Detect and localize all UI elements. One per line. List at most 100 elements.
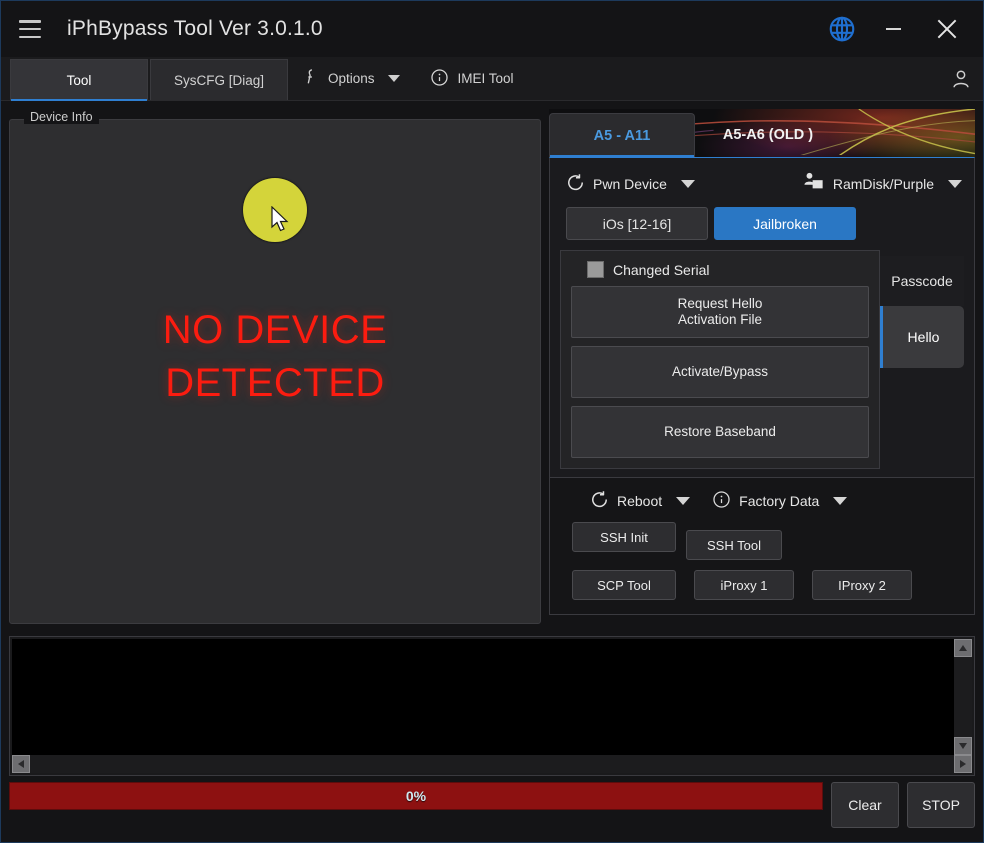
info-circle-icon: [712, 490, 731, 512]
app-window: iPhBypass Tool Ver 3.0.1.0 Tool SysCFG […: [0, 0, 984, 843]
ios-version-button[interactable]: iOs [12-16]: [566, 207, 708, 240]
request-hello-activation-file-button[interactable]: Request Hello Activation File: [571, 286, 869, 338]
tab-tool-label: Tool: [66, 72, 92, 88]
factory-data-label: Factory Data: [739, 493, 820, 509]
activate-bypass-label: Activate/Bypass: [671, 363, 769, 379]
tab-tool[interactable]: Tool: [10, 59, 148, 101]
status-circle-icon[interactable]: [243, 178, 307, 242]
console-horizontal-scrollbar[interactable]: [12, 755, 972, 773]
action-box: Changed Serial Request Hello Activation …: [560, 250, 880, 469]
ramdisk-icon: [803, 172, 825, 195]
tools-dropdown-row: Reboot Factory Data: [562, 490, 962, 512]
scp-tool-label: SCP Tool: [597, 577, 651, 593]
console-output[interactable]: [12, 639, 954, 755]
ssh-tool-label: SSH Tool: [707, 537, 761, 553]
menu-item-options-label: Options: [328, 71, 375, 86]
factory-data-dropdown[interactable]: Factory Data: [712, 490, 848, 512]
pwn-device-dropdown[interactable]: Pwn Device: [566, 173, 695, 195]
device-info-pane: NO DEVICE DETECTED: [10, 120, 540, 623]
wrench-icon: [303, 68, 319, 89]
progress-label: 0%: [405, 788, 427, 804]
request-hello-activation-file-label: Request Hello Activation File: [677, 295, 763, 327]
iproxy-2-button[interactable]: IProxy 2: [812, 570, 912, 600]
no-device-line1: NO DEVICE: [162, 308, 388, 352]
scp-tool-button[interactable]: SCP Tool: [572, 570, 676, 600]
chip-tab-strip: A5 - A11 A5-A6 (OLD ): [549, 109, 975, 157]
reboot-label: Reboot: [617, 493, 663, 509]
user-icon[interactable]: [939, 57, 983, 100]
tab-syscfg-diag[interactable]: SysCFG [Diag]: [150, 59, 288, 100]
menubar-spacer: [530, 57, 939, 100]
ios-version-label: iOs [12-16]: [602, 215, 672, 232]
ssh-tool-button[interactable]: SSH Tool: [686, 530, 782, 560]
stop-button[interactable]: STOP: [907, 782, 975, 828]
refresh-icon: [566, 173, 585, 195]
menu-bar: Tool SysCFG [Diag] Options IMEI Tool: [1, 57, 983, 101]
chip-tab-a5-a11-label: A5 - A11: [593, 127, 651, 144]
vtab-passcode[interactable]: Passcode: [880, 256, 964, 306]
changed-serial-checkbox[interactable]: Changed Serial: [571, 259, 869, 286]
right-column: A5 - A11 A5-A6 (OLD ) Pwn Device RamDisk…: [549, 109, 975, 628]
vtab-hello-label: Hello: [907, 329, 940, 345]
main-body: Device Info NO DEVICE DETECTED A5 - A11 …: [1, 101, 983, 628]
restore-baseband-button[interactable]: Restore Baseband: [571, 406, 869, 458]
mode-vertical-tabs: Passcode Hello: [880, 250, 964, 469]
stop-label: STOP: [922, 797, 960, 813]
scroll-left-icon[interactable]: [12, 755, 30, 773]
info-circle-icon: [430, 68, 449, 90]
minimize-button[interactable]: [873, 9, 913, 49]
globe-icon[interactable]: [827, 14, 857, 44]
restore-baseband-label: Restore Baseband: [664, 423, 776, 439]
menu-item-options[interactable]: Options: [289, 57, 416, 100]
ramdisk-dropdown[interactable]: RamDisk/Purple: [803, 172, 962, 195]
iproxy-1-button[interactable]: iProxy 1: [694, 570, 794, 600]
log-console: [9, 636, 975, 776]
clear-button[interactable]: Clear: [831, 782, 899, 828]
footer-bar: 0% Clear STOP: [1, 776, 983, 842]
jailbroken-button[interactable]: Jailbroken: [714, 207, 856, 240]
device-info-title: Device Info: [24, 110, 99, 124]
checkbox-box-icon: [587, 261, 604, 278]
device-info-groupbox: Device Info NO DEVICE DETECTED: [9, 110, 541, 624]
pwn-device-label: Pwn Device: [593, 175, 667, 192]
changed-serial-label: Changed Serial: [613, 261, 710, 278]
ssh-init-button[interactable]: SSH Init: [572, 522, 676, 552]
mouse-cursor-icon: [271, 205, 291, 239]
chip-tab-a5-a11[interactable]: A5 - A11: [549, 113, 695, 157]
tools-panel: Reboot Factory Data SSH Init SSH Tool SC…: [549, 478, 975, 615]
chevron-down-icon: [387, 75, 400, 82]
scroll-right-icon[interactable]: [954, 755, 972, 773]
chip-tab-a5-a6-old-label: A5-A6 (OLD ): [722, 127, 814, 143]
console-row: [12, 639, 972, 755]
no-device-message: NO DEVICE DETECTED: [163, 304, 388, 410]
progress-bar: 0%: [9, 782, 823, 810]
app-title: iPhBypass Tool Ver 3.0.1.0: [67, 17, 323, 40]
console-vertical-scrollbar[interactable]: [954, 639, 972, 755]
menu-item-imei-tool[interactable]: IMEI Tool: [416, 57, 530, 100]
chevron-down-icon: [948, 179, 962, 188]
left-column: Device Info NO DEVICE DETECTED: [9, 109, 541, 628]
chevron-down-icon: [680, 179, 695, 188]
iproxy-1-label: iProxy 1: [720, 577, 768, 593]
vtab-hello[interactable]: Hello: [880, 306, 964, 368]
scroll-up-icon[interactable]: [954, 639, 972, 657]
close-button[interactable]: [925, 9, 969, 49]
no-device-line2: DETECTED: [165, 360, 385, 405]
chip-tab-a5-a6-old[interactable]: A5-A6 (OLD ): [695, 113, 841, 157]
ssh-init-label: SSH Init: [600, 529, 648, 545]
reboot-dropdown[interactable]: Reboot: [590, 490, 691, 512]
refresh-icon: [590, 490, 609, 512]
clear-label: Clear: [848, 797, 882, 813]
ramdisk-label: RamDisk/Purple: [832, 175, 934, 192]
scroll-down-icon[interactable]: [954, 737, 972, 755]
toggle-row: iOs [12-16] Jailbroken: [560, 207, 964, 240]
vtab-passcode-label: Passcode: [891, 273, 953, 289]
activate-bypass-button[interactable]: Activate/Bypass: [571, 346, 869, 398]
tab-syscfg-diag-label: SysCFG [Diag]: [173, 72, 265, 88]
tools-buttons-row-2: SCP Tool iProxy 1 IProxy 2: [562, 570, 962, 600]
jailbroken-label: Jailbroken: [753, 215, 817, 232]
tools-buttons-row-1: SSH Init SSH Tool: [562, 522, 962, 560]
chip-panel: Pwn Device RamDisk/Purple iOs [12-16] Ja…: [549, 157, 975, 478]
hamburger-menu-icon[interactable]: [19, 20, 41, 38]
dropdown-row: Pwn Device RamDisk/Purple: [560, 168, 964, 207]
